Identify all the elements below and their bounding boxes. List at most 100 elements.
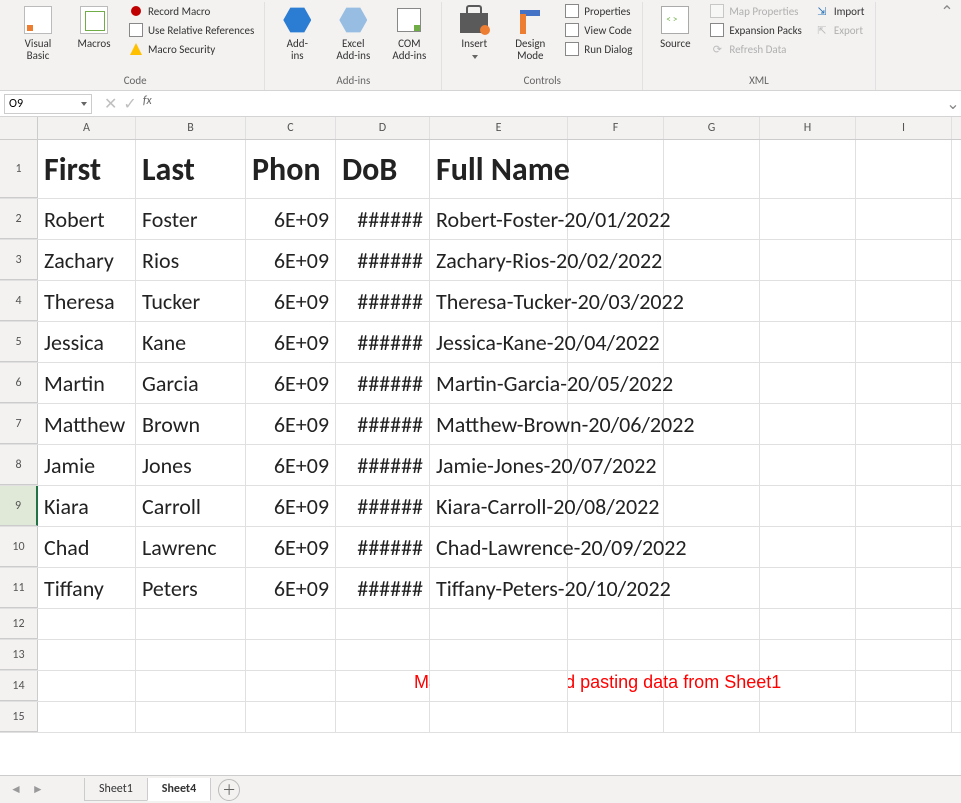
cell[interactable] (760, 281, 856, 321)
row-header[interactable]: 7 (0, 404, 38, 444)
row-header[interactable]: 15 (0, 702, 38, 732)
cell[interactable] (246, 671, 336, 701)
col-header[interactable]: C (246, 117, 336, 139)
add-sheet-button[interactable]: ＋ (218, 779, 240, 801)
cell[interactable]: 6E+09 (246, 445, 336, 485)
row-header[interactable]: 12 (0, 609, 38, 639)
cell[interactable] (760, 404, 856, 444)
cell[interactable]: DoB (336, 140, 430, 198)
cell[interactable] (760, 140, 856, 198)
cell[interactable] (664, 445, 760, 485)
cell[interactable]: Matthew (38, 404, 136, 444)
cell[interactable] (856, 240, 952, 280)
cell[interactable]: First (38, 140, 136, 198)
cell[interactable] (760, 240, 856, 280)
cell[interactable]: Jones (136, 445, 246, 485)
refresh-data-button[interactable]: ⟳ Refresh Data (705, 40, 805, 58)
cell[interactable] (856, 363, 952, 403)
cell[interactable]: Jamie (38, 445, 136, 485)
cell[interactable]: 6E+09 (246, 199, 336, 239)
cell[interactable] (760, 568, 856, 608)
cell[interactable]: ###### (336, 322, 430, 362)
export-button[interactable]: ⇱ Export (810, 21, 869, 39)
macro-security-button[interactable]: Macro Security (124, 40, 258, 58)
cell[interactable]: Robert (38, 199, 136, 239)
tab-next[interactable]: ► (28, 782, 48, 797)
cell[interactable] (568, 671, 664, 701)
col-header[interactable]: D (336, 117, 430, 139)
cell[interactable]: Carroll (136, 486, 246, 526)
cell[interactable]: Zachary (38, 240, 136, 280)
enter-icon[interactable]: ✓ (123, 94, 136, 114)
row-header[interactable]: 3 (0, 240, 38, 280)
excel-addins-button[interactable]: Excel Add-ins (327, 2, 379, 64)
design-mode-button[interactable]: Design Mode (504, 2, 556, 64)
cell[interactable] (568, 140, 664, 198)
cell[interactable] (664, 671, 760, 701)
cell[interactable] (856, 140, 952, 198)
cell[interactable] (856, 199, 952, 239)
cell[interactable] (430, 640, 568, 670)
cell[interactable] (568, 609, 664, 639)
cell[interactable]: Jessica-Kane-20/04/2022 (430, 322, 568, 362)
cell[interactable]: Chad-Lawrence-20/09/2022 (430, 527, 568, 567)
cell[interactable] (568, 640, 664, 670)
row-header[interactable]: 8 (0, 445, 38, 485)
cell[interactable]: Theresa-Tucker-20/03/2022 (430, 281, 568, 321)
cell[interactable] (856, 527, 952, 567)
row-header[interactable]: 13 (0, 640, 38, 670)
cell[interactable] (664, 240, 760, 280)
row-header[interactable]: 11 (0, 568, 38, 608)
col-header[interactable]: E (430, 117, 568, 139)
cell[interactable] (760, 671, 856, 701)
cell[interactable]: Martin-Garcia-20/05/2022 (430, 363, 568, 403)
map-properties-button[interactable]: Map Properties (705, 2, 805, 20)
cell[interactable]: Kane (136, 322, 246, 362)
import-button[interactable]: ⇲ Import (810, 2, 869, 20)
cell[interactable] (136, 640, 246, 670)
spreadsheet-grid[interactable]: A B C D E F G H I 1 First Last Phon DoB … (0, 117, 961, 775)
cell[interactable]: Peters (136, 568, 246, 608)
cell[interactable]: Garcia (136, 363, 246, 403)
row-header[interactable]: 4 (0, 281, 38, 321)
cell[interactable]: Full Name (430, 140, 568, 198)
cell[interactable] (136, 609, 246, 639)
col-header[interactable]: B (136, 117, 246, 139)
cell[interactable] (856, 404, 952, 444)
row-header[interactable]: 10 (0, 527, 38, 567)
tab-prev[interactable]: ◄ (6, 782, 26, 797)
cell[interactable] (246, 640, 336, 670)
record-macro-button[interactable]: Record Macro (124, 2, 258, 20)
fx-icon[interactable]: fx (143, 94, 152, 114)
cell[interactable] (664, 140, 760, 198)
cell[interactable] (430, 671, 568, 701)
cell[interactable] (760, 363, 856, 403)
cell[interactable]: ###### (336, 199, 430, 239)
col-header[interactable]: A (38, 117, 136, 139)
row-header[interactable]: 2 (0, 199, 38, 239)
use-relative-refs-button[interactable]: Use Relative References (124, 21, 258, 39)
cell[interactable]: Rios (136, 240, 246, 280)
cell[interactable]: ###### (336, 445, 430, 485)
cell[interactable]: Kiara-Carroll-20/08/2022 (430, 486, 568, 526)
col-header[interactable]: F (568, 117, 664, 139)
cell[interactable] (664, 702, 760, 732)
cell[interactable]: Tucker (136, 281, 246, 321)
properties-button[interactable]: Properties (560, 2, 636, 20)
cell[interactable]: ###### (336, 527, 430, 567)
run-dialog-button[interactable]: Run Dialog (560, 40, 636, 58)
sheet-tab-sheet1[interactable]: Sheet1 (84, 778, 148, 801)
sheet-tab-sheet4[interactable]: Sheet4 (147, 778, 211, 801)
cell[interactable]: Martin (38, 363, 136, 403)
row-header[interactable]: 14 (0, 671, 38, 701)
cell[interactable] (856, 445, 952, 485)
cell[interactable]: Lawrenc (136, 527, 246, 567)
view-code-button[interactable]: View Code (560, 21, 636, 39)
cell[interactable]: Zachary-Rios-20/02/2022 (430, 240, 568, 280)
cell[interactable]: ###### (336, 281, 430, 321)
cell[interactable]: ###### (336, 240, 430, 280)
col-header[interactable]: I (856, 117, 952, 139)
col-header[interactable]: G (664, 117, 760, 139)
collapse-ribbon-button[interactable]: ⌃ (939, 2, 955, 90)
cell[interactable] (760, 702, 856, 732)
